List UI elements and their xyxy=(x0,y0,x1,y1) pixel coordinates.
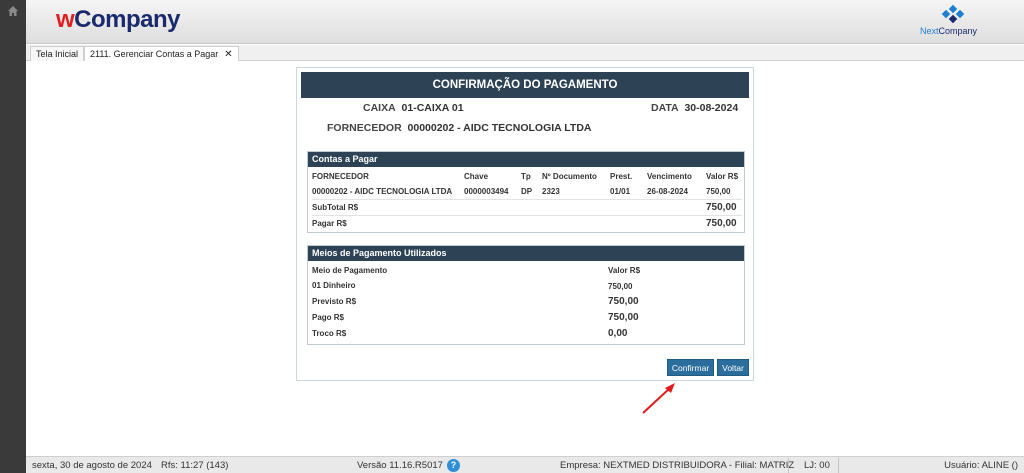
app-header: wCompany NextCompany xyxy=(26,0,1024,44)
divider xyxy=(312,215,742,216)
tab-tela-inicial[interactable]: Tela Inicial xyxy=(30,46,85,61)
status-lj: LJ: 00 xyxy=(804,460,830,471)
cell-fornecedor: 00000202 - AIDC TECNOLOGIA LTDA xyxy=(312,187,453,196)
pagar-value: 750,00 xyxy=(706,218,737,229)
meio-dinheiro-label: 01 Dinheiro xyxy=(312,281,356,290)
wcompany-logo[interactable]: wCompany xyxy=(56,6,181,34)
close-tab-icon[interactable]: ✕ xyxy=(224,49,232,60)
col-vencimento: Vencimento xyxy=(647,172,692,181)
data-field: DATA 30-08-2024 xyxy=(651,102,739,114)
cell-valor: 750,00 xyxy=(706,187,731,196)
meios-pagamento-panel: Meios de Pagamento Utilizados Meio de Pa… xyxy=(307,245,745,345)
divider xyxy=(838,458,839,473)
dialog-title: CONFIRMAÇÃO DO PAGAMENTO xyxy=(301,72,749,98)
subtotal-label: SubTotal R$ xyxy=(312,203,359,212)
divider xyxy=(788,458,789,473)
troco-label: Troco R$ xyxy=(312,329,347,338)
home-icon[interactable] xyxy=(7,5,19,17)
nextcompany-diamonds-icon xyxy=(941,4,965,24)
col-valor: Valor R$ xyxy=(706,172,739,181)
subtotal-value: 750,00 xyxy=(706,202,737,213)
col-valor: Valor R$ xyxy=(608,266,641,275)
cell-chave: 0000003494 xyxy=(464,187,509,196)
nextcompany-label: NextCompany xyxy=(920,26,978,36)
col-chave: Chave xyxy=(464,172,489,181)
cell-tp: DP xyxy=(521,187,533,196)
status-version: Versão 11.16.R5017 xyxy=(357,460,443,471)
meio-dinheiro-value: 750,00 xyxy=(608,282,633,291)
logo-w: w xyxy=(56,6,75,33)
cell-n-documento: 2323 xyxy=(542,187,560,196)
status-empresa: Empresa: NEXTMED DISTRIBUIDORA - Filial:… xyxy=(560,460,795,471)
payment-confirmation-dialog: CONFIRMAÇÃO DO PAGAMENTO CAIXA 01-CAIXA … xyxy=(296,67,754,381)
status-usuario: Usuário: ALINE () xyxy=(944,460,1018,471)
logo-company: Company xyxy=(74,6,181,33)
cell-vencimento: 26-08-2024 xyxy=(647,187,688,196)
col-fornecedor: FORNECEDOR xyxy=(312,172,369,181)
nextcompany-logo: NextCompany xyxy=(920,4,984,40)
status-bar: sexta, 30 de agosto de 2024 Rfs: 11:27 (… xyxy=(26,456,1024,473)
tab-bar: Tela Inicial 2111. Gerenciar Contas a Pa… xyxy=(26,45,1024,61)
pagar-label: Pagar R$ xyxy=(312,219,347,228)
previsto-label: Previsto R$ xyxy=(312,297,357,306)
previsto-value: 750,00 xyxy=(608,296,639,307)
troco-value: 0,00 xyxy=(608,328,628,339)
status-date: sexta, 30 de agosto de 2024 xyxy=(32,460,152,471)
pago-label: Pago R$ xyxy=(312,313,345,322)
pago-value: 750,00 xyxy=(608,312,639,323)
red-arrow-annotation xyxy=(642,383,675,414)
fornecedor-field: FORNECEDOR 00000202 - AIDC TECNOLOGIA LT… xyxy=(327,122,592,134)
tab-gerenciar-contas[interactable]: 2111. Gerenciar Contas a Pagar ✕ xyxy=(84,46,239,61)
col-prest: Prest. xyxy=(610,172,633,181)
help-icon[interactable]: ? xyxy=(447,459,460,472)
voltar-button[interactable]: Voltar xyxy=(717,359,749,376)
cell-prest: 01/01 xyxy=(610,187,631,196)
col-n-documento: Nº Documento xyxy=(542,172,597,181)
contas-panel-title: Contas a Pagar xyxy=(308,152,744,167)
left-sidebar xyxy=(0,0,26,473)
meios-panel-title: Meios de Pagamento Utilizados xyxy=(308,246,744,261)
col-tp: Tp xyxy=(521,172,531,181)
col-meio-pagamento: Meio de Pagamento xyxy=(312,266,388,275)
status-rfs: Rfs: 11:27 (143) xyxy=(161,460,229,471)
caixa-field: CAIXA 01-CAIXA 01 xyxy=(363,102,464,114)
divider xyxy=(312,199,742,200)
confirmar-button[interactable]: Confirmar xyxy=(667,359,714,376)
contas-a-pagar-panel: Contas a Pagar FORNECEDOR Chave Tp Nº Do… xyxy=(307,151,745,233)
